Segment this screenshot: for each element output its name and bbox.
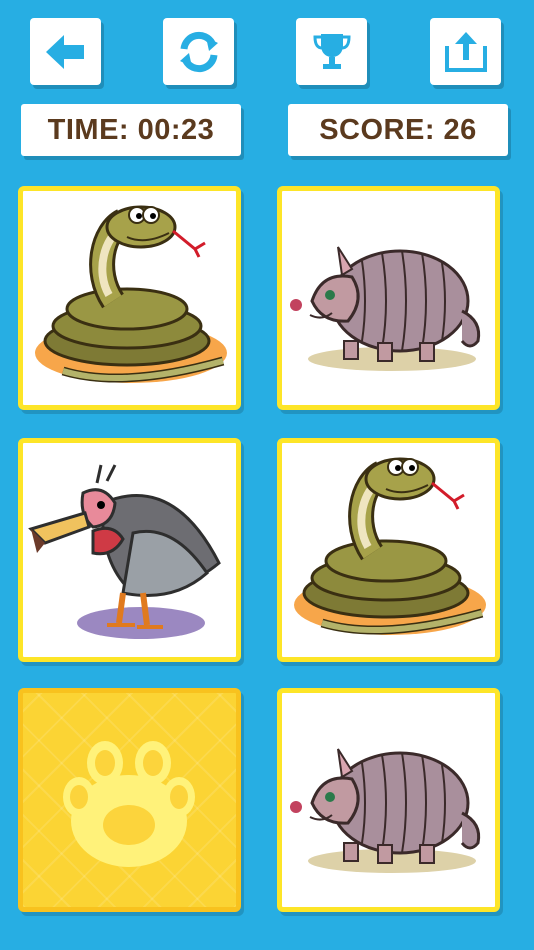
trophy-button[interactable]	[296, 18, 367, 85]
score-display: SCORE: 26	[288, 104, 508, 156]
paw-icon	[63, 741, 195, 867]
card-armadillo[interactable]	[277, 186, 500, 410]
card-face-down[interactable]	[18, 688, 241, 912]
restart-button[interactable]	[163, 18, 234, 85]
vulture-illustration	[28, 464, 221, 639]
armadillo-illustration	[290, 748, 481, 873]
time-display: TIME: 00:23	[21, 104, 241, 156]
share-icon	[444, 31, 487, 72]
trophy-icon	[312, 33, 351, 69]
refresh-icon	[179, 31, 218, 72]
share-button[interactable]	[430, 18, 501, 85]
card-armadillo[interactable]	[277, 688, 500, 912]
card-snake[interactable]	[18, 186, 241, 410]
card-snake[interactable]	[277, 438, 500, 662]
snake-illustration	[35, 205, 227, 383]
arrow-left-icon	[45, 34, 84, 69]
armadillo-illustration	[290, 246, 481, 371]
back-button[interactable]	[30, 18, 101, 85]
snake-illustration	[294, 457, 486, 635]
card-vulture[interactable]	[18, 438, 241, 662]
